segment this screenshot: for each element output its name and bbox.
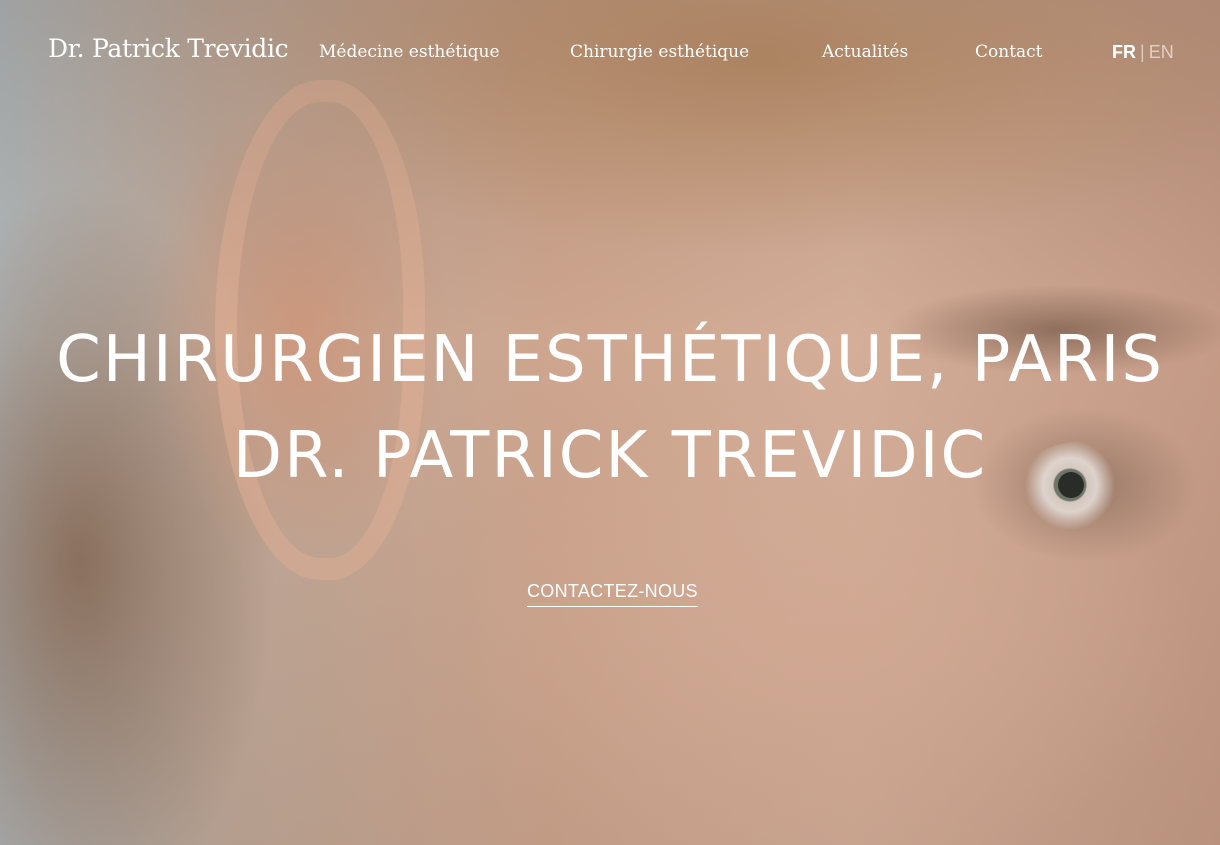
site-logo[interactable]: Dr. Patrick Trevidic — [48, 34, 289, 63]
language-switcher: FR | EN — [1112, 42, 1174, 63]
site-header: Dr. Patrick Trevidic Médecine esthétique… — [0, 0, 1220, 105]
hero-title-line-2: DR. PATRICK TREVIDIC — [232, 419, 988, 493]
language-fr-link[interactable]: FR — [1112, 42, 1136, 62]
nav-link-contact[interactable]: Contact — [975, 42, 1043, 62]
contact-us-button[interactable]: CONTACTEZ-NOUS — [527, 581, 698, 607]
hero-section: Dr. Patrick Trevidic Médecine esthétique… — [0, 0, 1220, 845]
language-separator: | — [1140, 42, 1145, 62]
nav-link-actualites[interactable]: Actualités — [822, 42, 908, 62]
nav-link-medecine-esthetique[interactable]: Médecine esthétique — [319, 42, 500, 62]
nav-link-chirurgie-esthetique[interactable]: Chirurgie esthétique — [570, 42, 749, 62]
hero-title: CHIRURGIEN ESTHÉTIQUE, PARIS DR. PATRICK… — [0, 312, 1220, 504]
hero-title-line-1: CHIRURGIEN ESTHÉTIQUE, PARIS — [56, 323, 1164, 397]
language-en-link[interactable]: EN — [1149, 42, 1174, 62]
